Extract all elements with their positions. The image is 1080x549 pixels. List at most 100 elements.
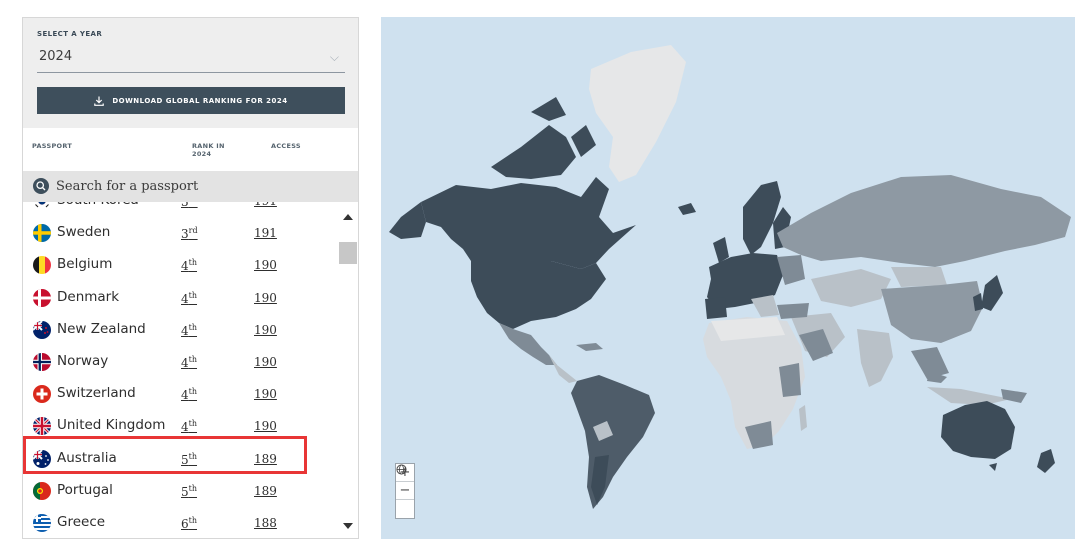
access-link[interactable]: 190 [254, 291, 277, 305]
world-map[interactable]: + − [381, 17, 1075, 539]
map-region-greenland[interactable] [589, 45, 686, 182]
list-scrollbar[interactable] [336, 202, 358, 538]
access-link[interactable]: 190 [254, 419, 277, 433]
list-item-united-kingdom[interactable]: United Kingdom 4th 190 [23, 411, 336, 441]
flag-sweden-icon [33, 224, 51, 243]
country-name[interactable]: Greece [57, 514, 105, 530]
list-item-greece[interactable]: Greece 6th 188 [23, 508, 336, 538]
rank-link[interactable]: 5th [181, 452, 197, 467]
country-name[interactable]: Australia [57, 450, 117, 466]
column-header-rank-line2: 2024 [192, 150, 212, 158]
rank-link[interactable]: 4th [181, 355, 197, 370]
rank-number: 6 [181, 517, 189, 531]
scroll-thumb[interactable] [339, 242, 357, 264]
country-name[interactable]: United Kingdom [57, 417, 165, 433]
list-item-norway[interactable]: Norway 4th 190 [23, 347, 336, 377]
country-name[interactable]: Portugal [57, 482, 113, 498]
country-name[interactable]: New Zealand [57, 321, 146, 337]
year-select[interactable]: 2024 ⌵ [37, 46, 345, 73]
list-item-denmark[interactable]: Denmark 4th 190 [23, 283, 336, 313]
access-link[interactable]: 191 [254, 226, 277, 240]
map-region-south-america[interactable] [571, 375, 655, 509]
map-region-china[interactable] [881, 281, 983, 343]
country-name[interactable]: Switzerland [57, 385, 136, 401]
map-region-usa[interactable] [471, 261, 606, 329]
rank-suffix: th [188, 387, 198, 397]
column-header-passport[interactable]: PASSPORT [32, 142, 72, 150]
list-item-portugal[interactable]: Portugal 5th 189 [23, 476, 336, 506]
map-region-canada[interactable] [421, 177, 636, 269]
map-region-alaska [389, 202, 426, 239]
list-item-south-korea[interactable]: South Korea 3rd 191 [23, 202, 336, 216]
map-region-japan[interactable] [981, 275, 1003, 311]
rank-link[interactable]: 4th [181, 323, 197, 338]
column-header-rank[interactable]: RANK IN 2024 [192, 142, 225, 158]
map-region-balkans [751, 295, 779, 317]
access-link[interactable]: 190 [254, 355, 277, 369]
map-zoom-controls: + − [395, 463, 415, 519]
download-ranking-button[interactable]: DOWNLOAD GLOBAL RANKING FOR 2024 [37, 87, 345, 114]
rank-number: 4 [181, 259, 189, 274]
reset-view-button[interactable] [396, 464, 414, 518]
list-item-belgium[interactable]: Belgium 4th 190 [23, 250, 336, 280]
scroll-down-icon[interactable] [343, 523, 353, 529]
map-region-central-america [549, 355, 577, 383]
rank-number: 4 [181, 291, 189, 306]
map-region-iberia [705, 297, 727, 319]
list-item-switzerland[interactable]: Switzerland 4th 190 [23, 379, 336, 409]
column-header-access[interactable]: ACCESS [271, 142, 301, 150]
map-region-india[interactable] [857, 329, 893, 387]
scroll-up-icon[interactable] [343, 214, 353, 220]
country-name[interactable]: Belgium [57, 256, 112, 272]
flag-greece-icon [33, 514, 51, 532]
rank-number: 5 [181, 452, 189, 467]
map-region-central-asia [811, 269, 891, 307]
map-region-mongolia [891, 267, 947, 287]
map-region-russia[interactable] [777, 175, 1071, 267]
map-region-mexico[interactable] [499, 323, 557, 365]
rank-number: 3 [181, 202, 189, 209]
search-input[interactable] [56, 175, 336, 197]
column-header-rank-line1: RANK IN [192, 142, 225, 150]
access-link[interactable]: 189 [254, 484, 277, 498]
access-link[interactable]: 188 [254, 516, 277, 530]
year-value: 2024 [39, 49, 73, 64]
list-item-new-zealand[interactable]: New Zealand 4th 190 [23, 315, 336, 345]
country-name[interactable]: Sweden [57, 224, 110, 240]
country-name[interactable]: Norway [57, 353, 108, 369]
rank-link[interactable]: 3rd [181, 202, 198, 209]
rank-link[interactable]: 4th [181, 387, 197, 402]
rank-link[interactable]: 5th [181, 484, 197, 499]
map-region-turkey [777, 303, 809, 319]
zoom-out-button[interactable]: − [396, 482, 414, 500]
list-item-sweden[interactable]: Sweden 3rd 191 [23, 218, 336, 248]
rank-number: 3 [181, 227, 189, 242]
flag-switzerland-icon [33, 385, 51, 404]
rank-link[interactable]: 3rd [181, 226, 198, 241]
rank-number: 4 [181, 388, 189, 403]
passport-list: South Korea3rd191Sweden3rd191Belgium4th1… [23, 202, 336, 538]
flag-australia-icon [33, 449, 51, 468]
map-region-madagascar [799, 405, 807, 431]
rank-link[interactable]: 4th [181, 291, 197, 306]
access-link[interactable]: 190 [254, 323, 277, 337]
rank-link[interactable]: 4th [181, 419, 197, 434]
access-link[interactable]: 190 [254, 387, 277, 401]
flag-united-kingdom-icon [33, 417, 51, 436]
flag-denmark-icon [33, 288, 51, 307]
access-link[interactable]: 190 [254, 258, 277, 272]
country-name[interactable]: South Korea [57, 202, 139, 208]
access-link[interactable]: 191 [254, 202, 277, 208]
access-link[interactable]: 189 [254, 452, 277, 466]
download-icon [94, 96, 105, 106]
map-region-new-zealand[interactable] [1037, 449, 1055, 473]
rank-suffix: rd [189, 202, 198, 203]
rank-number: 5 [181, 484, 189, 499]
rank-link[interactable]: 6th [181, 516, 197, 531]
map-region-australia[interactable] [941, 401, 1015, 459]
country-name[interactable]: Denmark [57, 289, 119, 305]
rank-link[interactable]: 4th [181, 258, 197, 273]
rank-suffix: th [188, 516, 198, 525]
rank-suffix: th [188, 419, 198, 429]
list-item-australia[interactable]: Australia 5th 189 [23, 444, 336, 474]
